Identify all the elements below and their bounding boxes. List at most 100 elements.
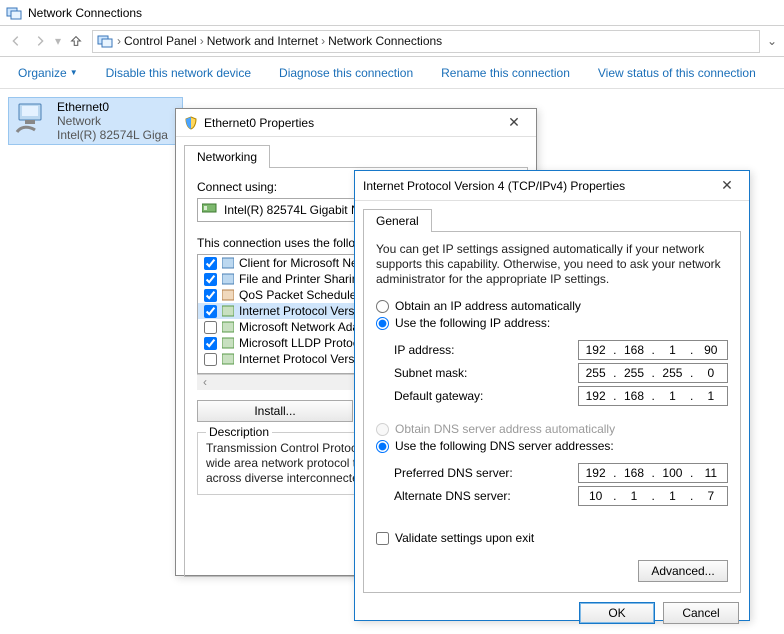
field-label: Default gateway: — [394, 389, 578, 403]
window-title: Network Connections — [28, 6, 142, 20]
address-bar[interactable]: › Control Panel › Network and Internet ›… — [92, 30, 760, 53]
command-bar: Organize▼ Disable this network device Di… — [0, 57, 784, 89]
chevron-right-icon[interactable]: › — [200, 34, 204, 48]
radio-input[interactable] — [376, 300, 389, 313]
ok-button[interactable]: OK — [579, 602, 655, 624]
adapter-status: Network — [57, 114, 168, 128]
item-checkbox[interactable] — [204, 289, 217, 302]
field-alternate-dns: Alternate DNS server: 10.1.1.7 — [394, 486, 728, 506]
adapter-info: Ethernet0 Network Intel(R) 82574L Giga — [53, 100, 168, 142]
field-default-gateway: Default gateway: 192.168.1.1 — [394, 386, 728, 406]
radio-use-dns[interactable]: Use the following DNS server addresses: — [376, 439, 728, 453]
adapter-name: Ethernet0 — [57, 100, 168, 114]
component-icon — [221, 256, 235, 270]
item-checkbox[interactable] — [204, 353, 217, 366]
adapter-item[interactable]: Ethernet0 Network Intel(R) 82574L Giga — [8, 97, 183, 145]
dialog-title: Ethernet0 Properties — [204, 116, 314, 130]
back-button[interactable] — [4, 29, 28, 53]
breadcrumb-3[interactable]: Network Connections — [328, 34, 442, 48]
close-button[interactable]: ✕ — [500, 114, 528, 131]
field-subnet-mask: Subnet mask: 255.255.255.0 — [394, 363, 728, 383]
disable-device-button[interactable]: Disable this network device — [92, 57, 265, 88]
field-label: IP address: — [394, 343, 578, 357]
item-checkbox[interactable] — [204, 337, 217, 350]
adapter-icon — [13, 100, 53, 140]
default-gateway-input[interactable]: 192.168.1.1 — [578, 386, 728, 406]
radio-input[interactable] — [376, 440, 389, 453]
subnet-mask-input[interactable]: 255.255.255.0 — [578, 363, 728, 383]
tab-networking[interactable]: Networking — [184, 145, 270, 168]
radio-obtain-ip-auto[interactable]: Obtain an IP address automatically — [376, 299, 728, 313]
field-ip-address: IP address: 192.168.1.90 — [394, 340, 728, 360]
radio-label: Obtain DNS server address automatically — [395, 422, 615, 436]
item-checkbox[interactable] — [204, 257, 217, 270]
alternate-dns-input[interactable]: 10.1.1.7 — [578, 486, 728, 506]
radio-input — [376, 423, 389, 436]
advanced-button[interactable]: Advanced... — [638, 560, 728, 582]
rename-button[interactable]: Rename this connection — [427, 57, 584, 88]
organize-label: Organize — [18, 66, 67, 80]
dialog-title: Internet Protocol Version 4 (TCP/IPv4) P… — [363, 179, 625, 193]
nic-icon — [202, 202, 218, 218]
item-checkbox[interactable] — [204, 305, 217, 318]
address-dropdown-icon[interactable]: ⌄ — [764, 34, 780, 48]
app-icon — [6, 5, 22, 21]
chevron-right-icon[interactable]: › — [321, 34, 325, 48]
radio-label: Use the following IP address: — [395, 316, 550, 330]
field-label: Subnet mask: — [394, 366, 578, 380]
validate-label: Validate settings upon exit — [395, 531, 534, 545]
up-button[interactable] — [64, 29, 88, 53]
component-icon — [221, 352, 235, 366]
breadcrumb-2[interactable]: Network and Internet — [207, 34, 318, 48]
location-icon — [97, 33, 113, 49]
field-preferred-dns: Preferred DNS server: 192.168.100.11 — [394, 463, 728, 483]
component-icon — [221, 304, 235, 318]
preferred-dns-input[interactable]: 192.168.100.11 — [578, 463, 728, 483]
radio-label: Use the following DNS server addresses: — [395, 439, 614, 453]
nav-bar: ▾ › Control Panel › Network and Internet… — [0, 26, 784, 57]
breadcrumb-1[interactable]: Control Panel — [124, 34, 197, 48]
radio-input[interactable] — [376, 317, 389, 330]
cancel-button[interactable]: Cancel — [663, 602, 739, 624]
item-label: Microsoft Network Adap — [239, 320, 366, 334]
validate-checkbox[interactable] — [376, 532, 389, 545]
forward-button[interactable] — [28, 29, 52, 53]
ipv4-properties-dialog: Internet Protocol Version 4 (TCP/IPv4) P… — [354, 170, 750, 621]
component-icon — [221, 288, 235, 302]
organize-menu[interactable]: Organize▼ — [4, 57, 92, 88]
radio-use-ip[interactable]: Use the following IP address: — [376, 316, 728, 330]
view-status-button[interactable]: View status of this connection — [584, 57, 770, 88]
dropdown-icon: ▼ — [70, 68, 78, 77]
tab-general[interactable]: General — [363, 209, 432, 232]
scroll-left-icon[interactable]: ‹ — [197, 375, 213, 390]
component-icon — [221, 320, 235, 334]
dialog-titlebar[interactable]: Ethernet0 Properties ✕ — [176, 109, 536, 137]
field-label: Alternate DNS server: — [394, 489, 578, 503]
field-label: Preferred DNS server: — [394, 466, 578, 480]
item-label: QoS Packet Scheduler — [239, 288, 360, 302]
component-icon — [221, 336, 235, 350]
dialog-titlebar[interactable]: Internet Protocol Version 4 (TCP/IPv4) P… — [355, 171, 749, 201]
shield-icon — [184, 116, 198, 130]
description-label: Description — [206, 425, 272, 439]
install-button[interactable]: Install... — [197, 400, 353, 422]
item-label: Microsoft LLDP Protoco — [239, 336, 366, 350]
item-label: Internet Protocol Version — [239, 352, 370, 366]
ip-address-input[interactable]: 192.168.1.90 — [578, 340, 728, 360]
close-button[interactable]: ✕ — [713, 177, 741, 194]
item-checkbox[interactable] — [204, 273, 217, 286]
window-titlebar: Network Connections — [0, 0, 784, 26]
general-panel: You can get IP settings assigned automat… — [363, 231, 741, 593]
info-text: You can get IP settings assigned automat… — [376, 242, 728, 287]
radio-label: Obtain an IP address automatically — [395, 299, 581, 313]
diagnose-button[interactable]: Diagnose this connection — [265, 57, 427, 88]
radio-obtain-dns-auto: Obtain DNS server address automatically — [376, 422, 728, 436]
item-checkbox[interactable] — [204, 321, 217, 334]
chevron-right-icon[interactable]: › — [117, 34, 121, 48]
history-dropdown-icon[interactable]: ▾ — [52, 34, 64, 48]
connect-device-text: Intel(R) 82574L Gigabit Ne — [224, 203, 366, 217]
component-icon — [221, 272, 235, 286]
validate-checkbox-row[interactable]: Validate settings upon exit — [376, 531, 728, 545]
item-label: Internet Protocol Version — [239, 304, 370, 318]
adapter-device: Intel(R) 82574L Giga — [57, 128, 168, 142]
